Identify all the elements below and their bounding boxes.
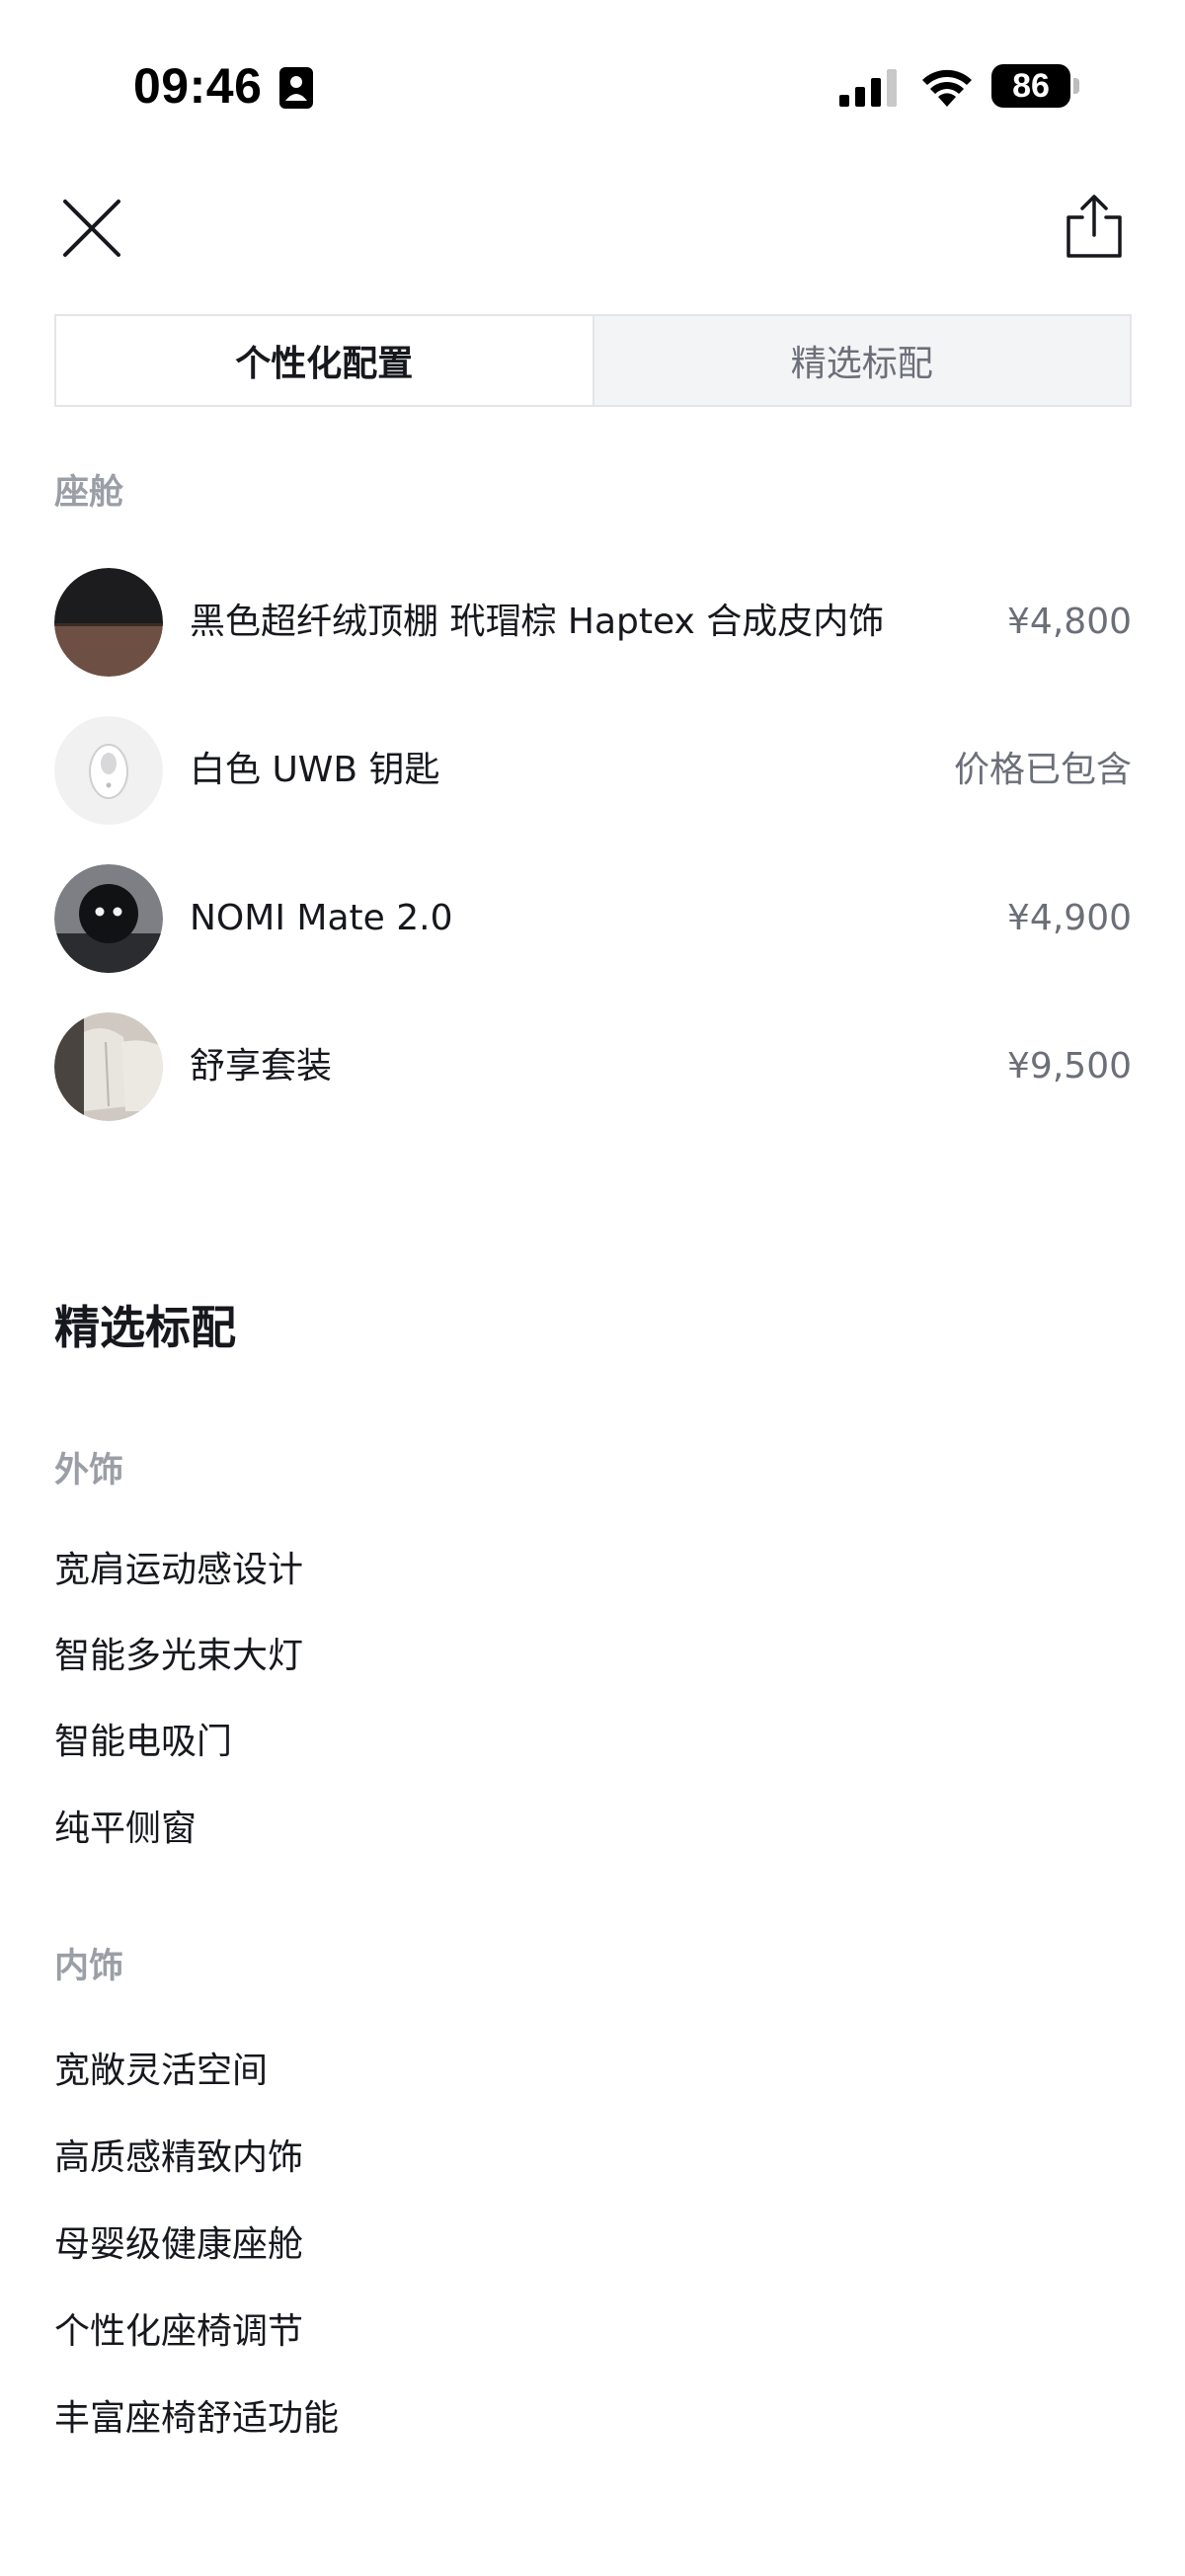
comfort-seats-thumbnail <box>54 1012 163 1121</box>
cabin-item-interior[interactable]: 黑色超纤绒顶棚 玳瑁棕 Haptex 合成皮内饰 ¥4,800 <box>54 568 1132 677</box>
nomi-mate-thumbnail <box>54 864 163 973</box>
item-name: 白色 UWB 钥匙 <box>190 750 440 790</box>
interior-section-label: 内饰 <box>54 1947 124 1986</box>
feature-item: 母婴级健康座舱 <box>54 2224 304 2265</box>
item-price: 价格已包含 <box>953 750 1132 790</box>
item-name: 黑色超纤绒顶棚 玳瑁棕 Haptex 合成皮内饰 <box>190 602 885 642</box>
item-price: ¥4,900 <box>1007 898 1132 938</box>
battery-icon: 86 <box>991 64 1070 108</box>
tab-selected-standard[interactable]: 精选标配 <box>594 316 1131 405</box>
cabin-item-uwb-key[interactable]: 白色 UWB 钥匙 价格已包含 <box>54 716 1132 825</box>
interior-material-thumbnail <box>54 568 163 677</box>
feature-item: 智能多光束大灯 <box>54 1636 304 1676</box>
status-time: 09:46 <box>133 58 263 114</box>
tab-personalized-config[interactable]: 个性化配置 <box>56 316 594 405</box>
close-icon <box>63 200 120 257</box>
feature-item: 个性化座椅调节 <box>54 2311 304 2352</box>
item-price: ¥4,800 <box>1007 602 1132 642</box>
share-button[interactable] <box>1065 194 1124 259</box>
battery-tip <box>1073 78 1079 94</box>
exterior-section-label: 外饰 <box>54 1451 124 1490</box>
feature-item: 宽肩运动感设计 <box>54 1550 304 1590</box>
config-tabs: 个性化配置 精选标配 <box>54 314 1132 407</box>
cabin-section-label: 座舱 <box>54 473 124 513</box>
feature-item: 高质感精致内饰 <box>54 2137 304 2178</box>
item-name: 舒享套装 <box>190 1046 333 1087</box>
feature-item: 纯平侧窗 <box>54 1809 198 1849</box>
standard-features-heading: 精选标配 <box>54 1301 236 1354</box>
feature-item: 丰富座椅舒适功能 <box>54 2398 340 2439</box>
feature-item: 宽敞灵活空间 <box>54 2051 269 2091</box>
portrait-lock-icon <box>279 67 313 109</box>
cellular-signal-icon <box>839 69 897 107</box>
wifi-icon <box>922 69 972 107</box>
item-price: ¥9,500 <box>1007 1046 1132 1087</box>
configuration-summary-screen: 09:46 86 个性化配置 精选标配 座舱 黑色超纤绒顶棚 玳瑁棕 Hapte… <box>0 0 1185 2576</box>
share-icon <box>1066 195 1122 258</box>
uwb-key-thumbnail <box>54 716 163 825</box>
close-button[interactable] <box>59 196 124 261</box>
status-bar: 09:46 86 <box>0 0 1185 158</box>
cabin-item-comfort-package[interactable]: 舒享套装 ¥9,500 <box>54 1012 1132 1121</box>
cabin-item-nomi-mate[interactable]: NOMI Mate 2.0 ¥4,900 <box>54 864 1132 973</box>
feature-item: 智能电吸门 <box>54 1722 233 1762</box>
item-name: NOMI Mate 2.0 <box>190 898 453 938</box>
